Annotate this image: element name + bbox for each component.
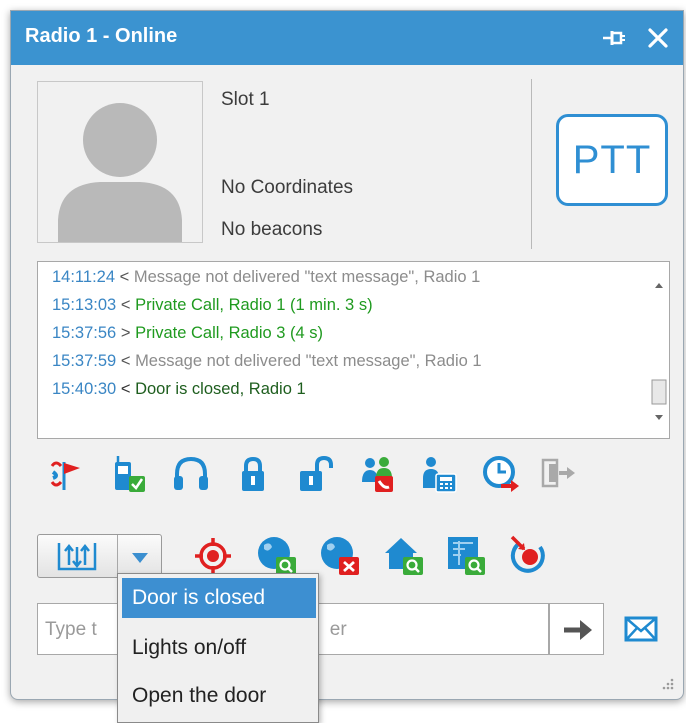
- log-entry: 15:37:56 > Private Call, Radio 3 (4 s): [52, 324, 324, 342]
- outputs-dropdown-menu: Door is closed Lights on/off Open the do…: [117, 573, 319, 723]
- outputs-dropdown-icon[interactable]: [55, 539, 99, 578]
- home-search-icon[interactable]: [383, 533, 423, 577]
- user-avatar-placeholder-icon: [58, 103, 182, 242]
- menu-item-lights-on-off[interactable]: Lights on/off: [122, 628, 316, 668]
- exit-disabled-icon: [539, 454, 579, 494]
- radio-check-icon[interactable]: [109, 452, 149, 496]
- map-search-icon[interactable]: [445, 533, 485, 577]
- headset-icon[interactable]: [171, 454, 211, 494]
- log-entry: 15:37:59 < Message not delivered "text m…: [52, 352, 482, 370]
- avatar: [37, 81, 203, 243]
- arrow-right-icon: [564, 620, 592, 640]
- envelope-icon[interactable]: [623, 613, 659, 645]
- coordinates-label: No Coordinates: [221, 177, 354, 198]
- close-icon[interactable]: [641, 21, 675, 55]
- pin-icon[interactable]: [597, 21, 631, 55]
- log-scrollbar[interactable]: [649, 262, 669, 438]
- split-divider: [117, 535, 118, 577]
- resize-grip[interactable]: [659, 675, 675, 691]
- log-entry: 14:11:24 < Message not delivered "text m…: [52, 268, 481, 286]
- lock-icon[interactable]: [233, 454, 273, 494]
- clock-arrow-icon[interactable]: [481, 454, 521, 494]
- message-placeholder-start: Type t: [45, 619, 97, 640]
- message-placeholder-end: er: [329, 619, 347, 640]
- log-entry: 15:40:30 < Door is closed, Radio 1: [52, 380, 306, 398]
- window-title: Radio 1 - Online: [25, 25, 178, 47]
- send-button[interactable]: [549, 603, 604, 655]
- event-log[interactable]: 14:11:24 < Message not delivered "text m…: [37, 261, 670, 439]
- unlock-icon[interactable]: [295, 454, 335, 494]
- telephone-call-icon[interactable]: [419, 454, 459, 494]
- chevron-down-icon[interactable]: [130, 551, 150, 569]
- menu-item-door-is-closed[interactable]: Door is closed: [122, 578, 316, 618]
- title-bar: Radio 1 - Online: [11, 11, 683, 65]
- radio-window: Radio 1 - Online Slot 1 No Coordinates N…: [10, 10, 684, 700]
- menu-item-open-the-door[interactable]: Open the door: [122, 676, 316, 716]
- globe-remove-icon[interactable]: [319, 533, 359, 577]
- target-locate-icon[interactable]: [193, 536, 233, 576]
- divider: [531, 79, 532, 249]
- log-entry: 15:13:03 < Private Call, Radio 1 (1 min.…: [52, 296, 373, 314]
- outputs-split-button[interactable]: [37, 534, 162, 578]
- remote-monitor-icon[interactable]: [508, 533, 548, 577]
- alarm-flag-icon[interactable]: [47, 454, 87, 494]
- ptt-button[interactable]: PTT: [556, 114, 668, 206]
- beacons-label: No beacons: [221, 219, 323, 240]
- slot-label: Slot 1: [221, 89, 270, 110]
- group-call-icon[interactable]: [357, 454, 397, 494]
- globe-search-icon[interactable]: [256, 533, 296, 577]
